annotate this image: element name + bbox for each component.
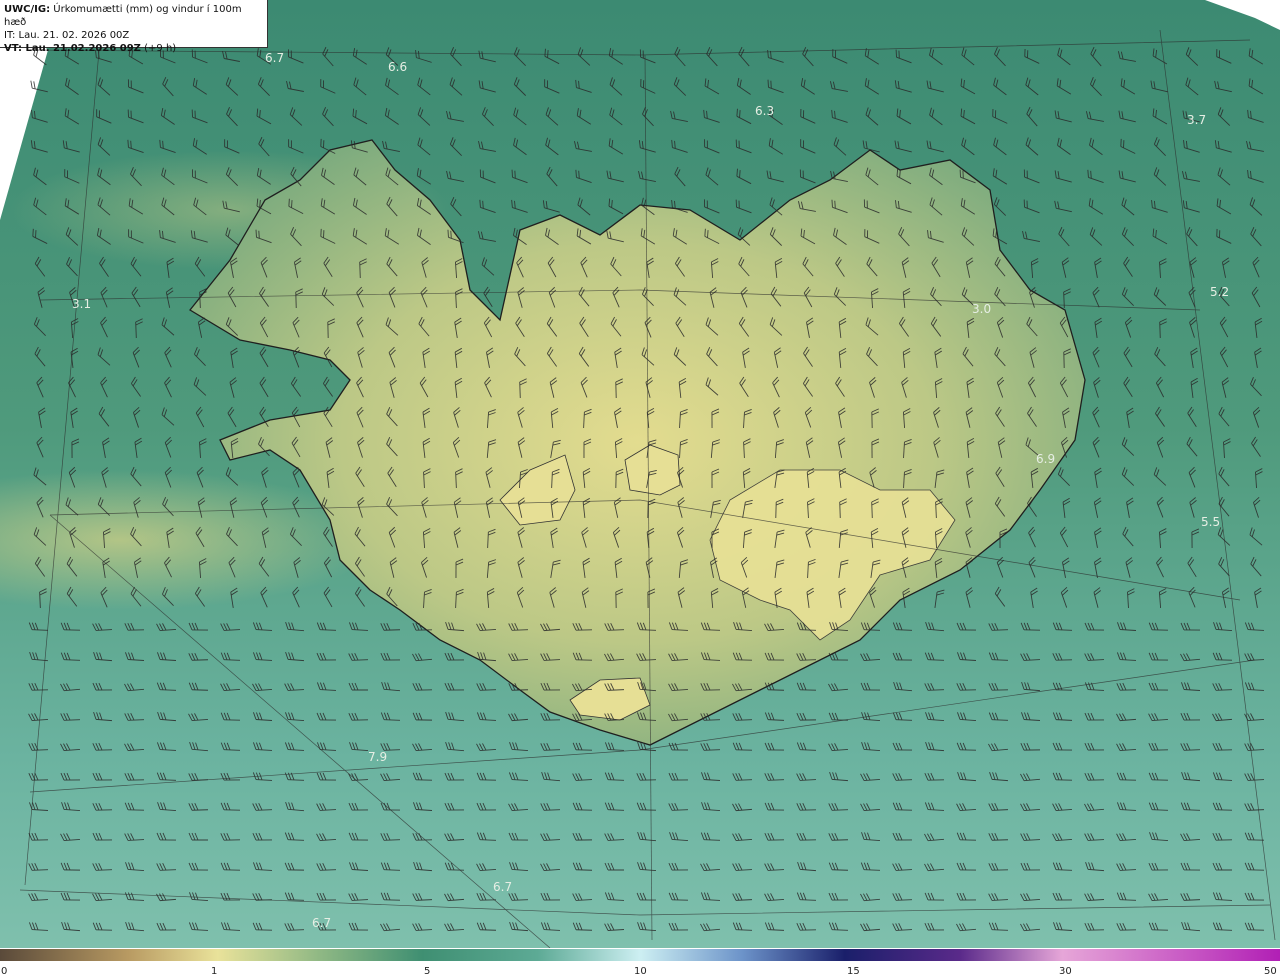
field-label: 5.5 xyxy=(1201,515,1220,529)
field-label: 6.9 xyxy=(1036,452,1055,466)
field-label: 3.1 xyxy=(72,297,91,311)
colorbar-ticks: 0 1 5 10 15 30 50 xyxy=(1,966,1277,977)
field-label: 6.7 xyxy=(265,51,284,65)
field-label: 6.7 xyxy=(493,880,512,894)
colorbar-tick: 30 xyxy=(1059,966,1072,977)
colorbar-tick: 50 xyxy=(1264,966,1277,977)
init-time: IT: Lau. 21. 02. 2026 00Z xyxy=(4,30,130,41)
field-label: 3.7 xyxy=(1187,113,1206,127)
field-label: 6.6 xyxy=(388,60,407,74)
field-label: 6.7 xyxy=(312,916,331,930)
forecast-offset: (+9 h) xyxy=(140,43,177,54)
colorbar-tick: 1 xyxy=(211,966,217,977)
map-info-box: UWC/IG: Úrkomumætti (mm) og vindur í 100… xyxy=(0,0,268,54)
colorbar: 0 1 5 10 15 30 50 xyxy=(0,949,1280,977)
colorbar-tick: 10 xyxy=(634,966,647,977)
colorbar-tick: 5 xyxy=(424,966,430,977)
field-label: 5.2 xyxy=(1210,285,1229,299)
colorbar-tick: 0 xyxy=(1,966,7,977)
product-name: UWC/IG: xyxy=(4,4,51,15)
colorbar-gradient xyxy=(0,949,1280,961)
title-line: UWC/IG: Úrkomumætti (mm) og vindur í 100… xyxy=(4,3,263,29)
field-label: 6.3 xyxy=(755,104,774,118)
valid-time: VT: Lau. 21.02.2026 09Z xyxy=(4,43,141,54)
colorbar-tick: 15 xyxy=(847,966,860,977)
field-label: 7.9 xyxy=(368,750,387,764)
weather-map: 6.7 6.6 6.3 3.7 3.1 5.2 3.0 6.9 5.5 7.9 … xyxy=(0,0,1280,948)
valid-time-line: VT: Lau. 21.02.2026 09Z (+9 h) xyxy=(4,42,263,55)
field-label: 3.0 xyxy=(972,302,991,316)
